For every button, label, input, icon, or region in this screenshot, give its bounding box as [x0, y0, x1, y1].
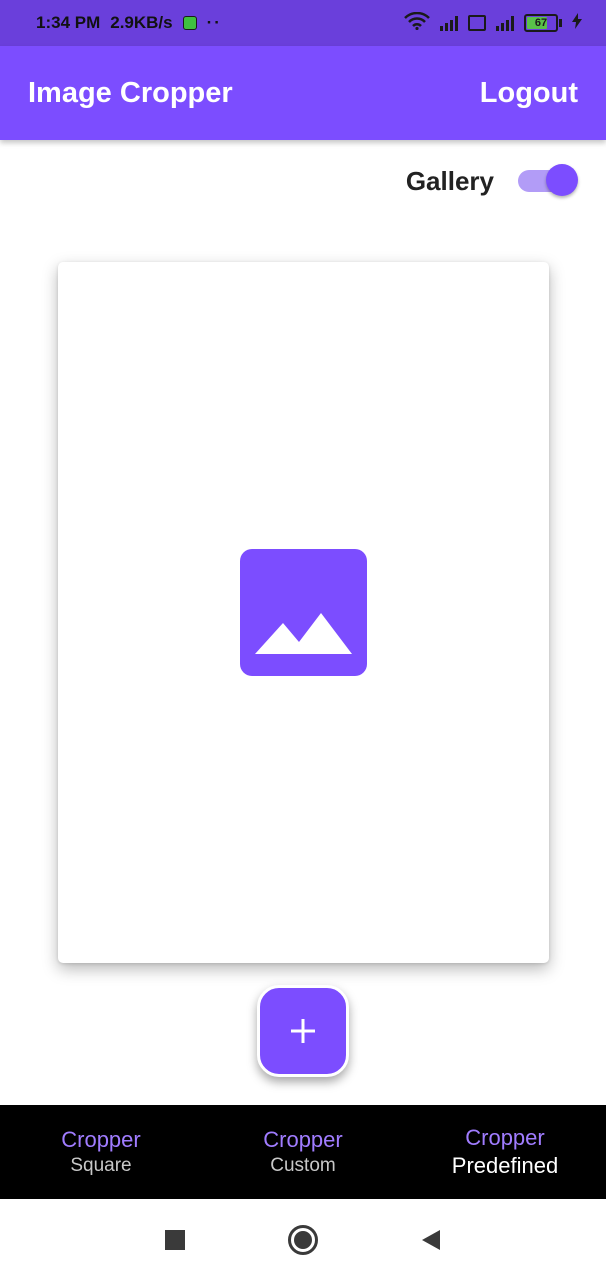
back-icon — [422, 1229, 440, 1250]
charging-icon — [572, 12, 582, 34]
signal-icon — [440, 15, 458, 31]
status-time: 1:34 PM — [36, 13, 101, 32]
app-notification-icon — [182, 16, 197, 30]
nav-item-subtitle: Square — [70, 1155, 132, 1176]
image-placeholder-icon — [240, 549, 367, 676]
image-preview-card[interactable] — [58, 262, 549, 963]
battery-icon: 67 — [524, 14, 562, 32]
nav-item-predefined[interactable]: Cropper Predefined — [404, 1105, 606, 1199]
status-right: 67 — [404, 11, 582, 35]
home-icon — [288, 1224, 318, 1255]
gallery-label: Gallery — [405, 165, 494, 196]
back-button[interactable] — [415, 1224, 447, 1256]
gallery-toggle-row: Gallery — [406, 158, 578, 204]
gallery-toggle-switch[interactable] — [516, 158, 578, 204]
status-net-speed: 2.9KB/s — [110, 13, 173, 32]
nav-item-title: Cropper — [263, 1127, 343, 1152]
nav-item-subtitle: Custom — [270, 1155, 336, 1176]
system-nav-bar — [0, 1199, 606, 1280]
wifi-icon — [404, 11, 430, 35]
battery-body: 67 — [524, 14, 558, 32]
4g-signal-icon — [496, 15, 514, 31]
toggle-thumb[interactable] — [546, 164, 578, 196]
app-title: Image Cropper — [28, 76, 233, 109]
home-button[interactable] — [287, 1224, 319, 1256]
volte-icon — [468, 15, 486, 31]
recents-icon — [165, 1229, 185, 1250]
nav-item-title: Cropper — [465, 1125, 545, 1150]
nav-item-title: Cropper — [61, 1127, 141, 1152]
nav-item-square[interactable]: Cropper Square — [0, 1105, 202, 1199]
bottom-nav: Cropper Square Cropper Custom Cropper Pr… — [0, 1105, 606, 1199]
status-dots: ·· — [206, 13, 222, 32]
battery-level: 67 — [534, 17, 548, 29]
add-image-button[interactable] — [257, 985, 349, 1077]
battery-cap — [559, 19, 562, 27]
status-bar: 1:34 PM 2.9KB/s ·· 67 — [0, 0, 606, 46]
logout-button[interactable]: Logout — [480, 77, 578, 110]
nav-item-custom[interactable]: Cropper Custom — [202, 1105, 404, 1199]
status-left: 1:34 PM 2.9KB/s ·· — [36, 13, 222, 33]
add-icon — [291, 1019, 315, 1043]
app-bar: Image Cropper Logout — [0, 46, 606, 140]
recents-button[interactable] — [159, 1224, 191, 1256]
nav-item-subtitle: Predefined — [451, 1153, 559, 1178]
